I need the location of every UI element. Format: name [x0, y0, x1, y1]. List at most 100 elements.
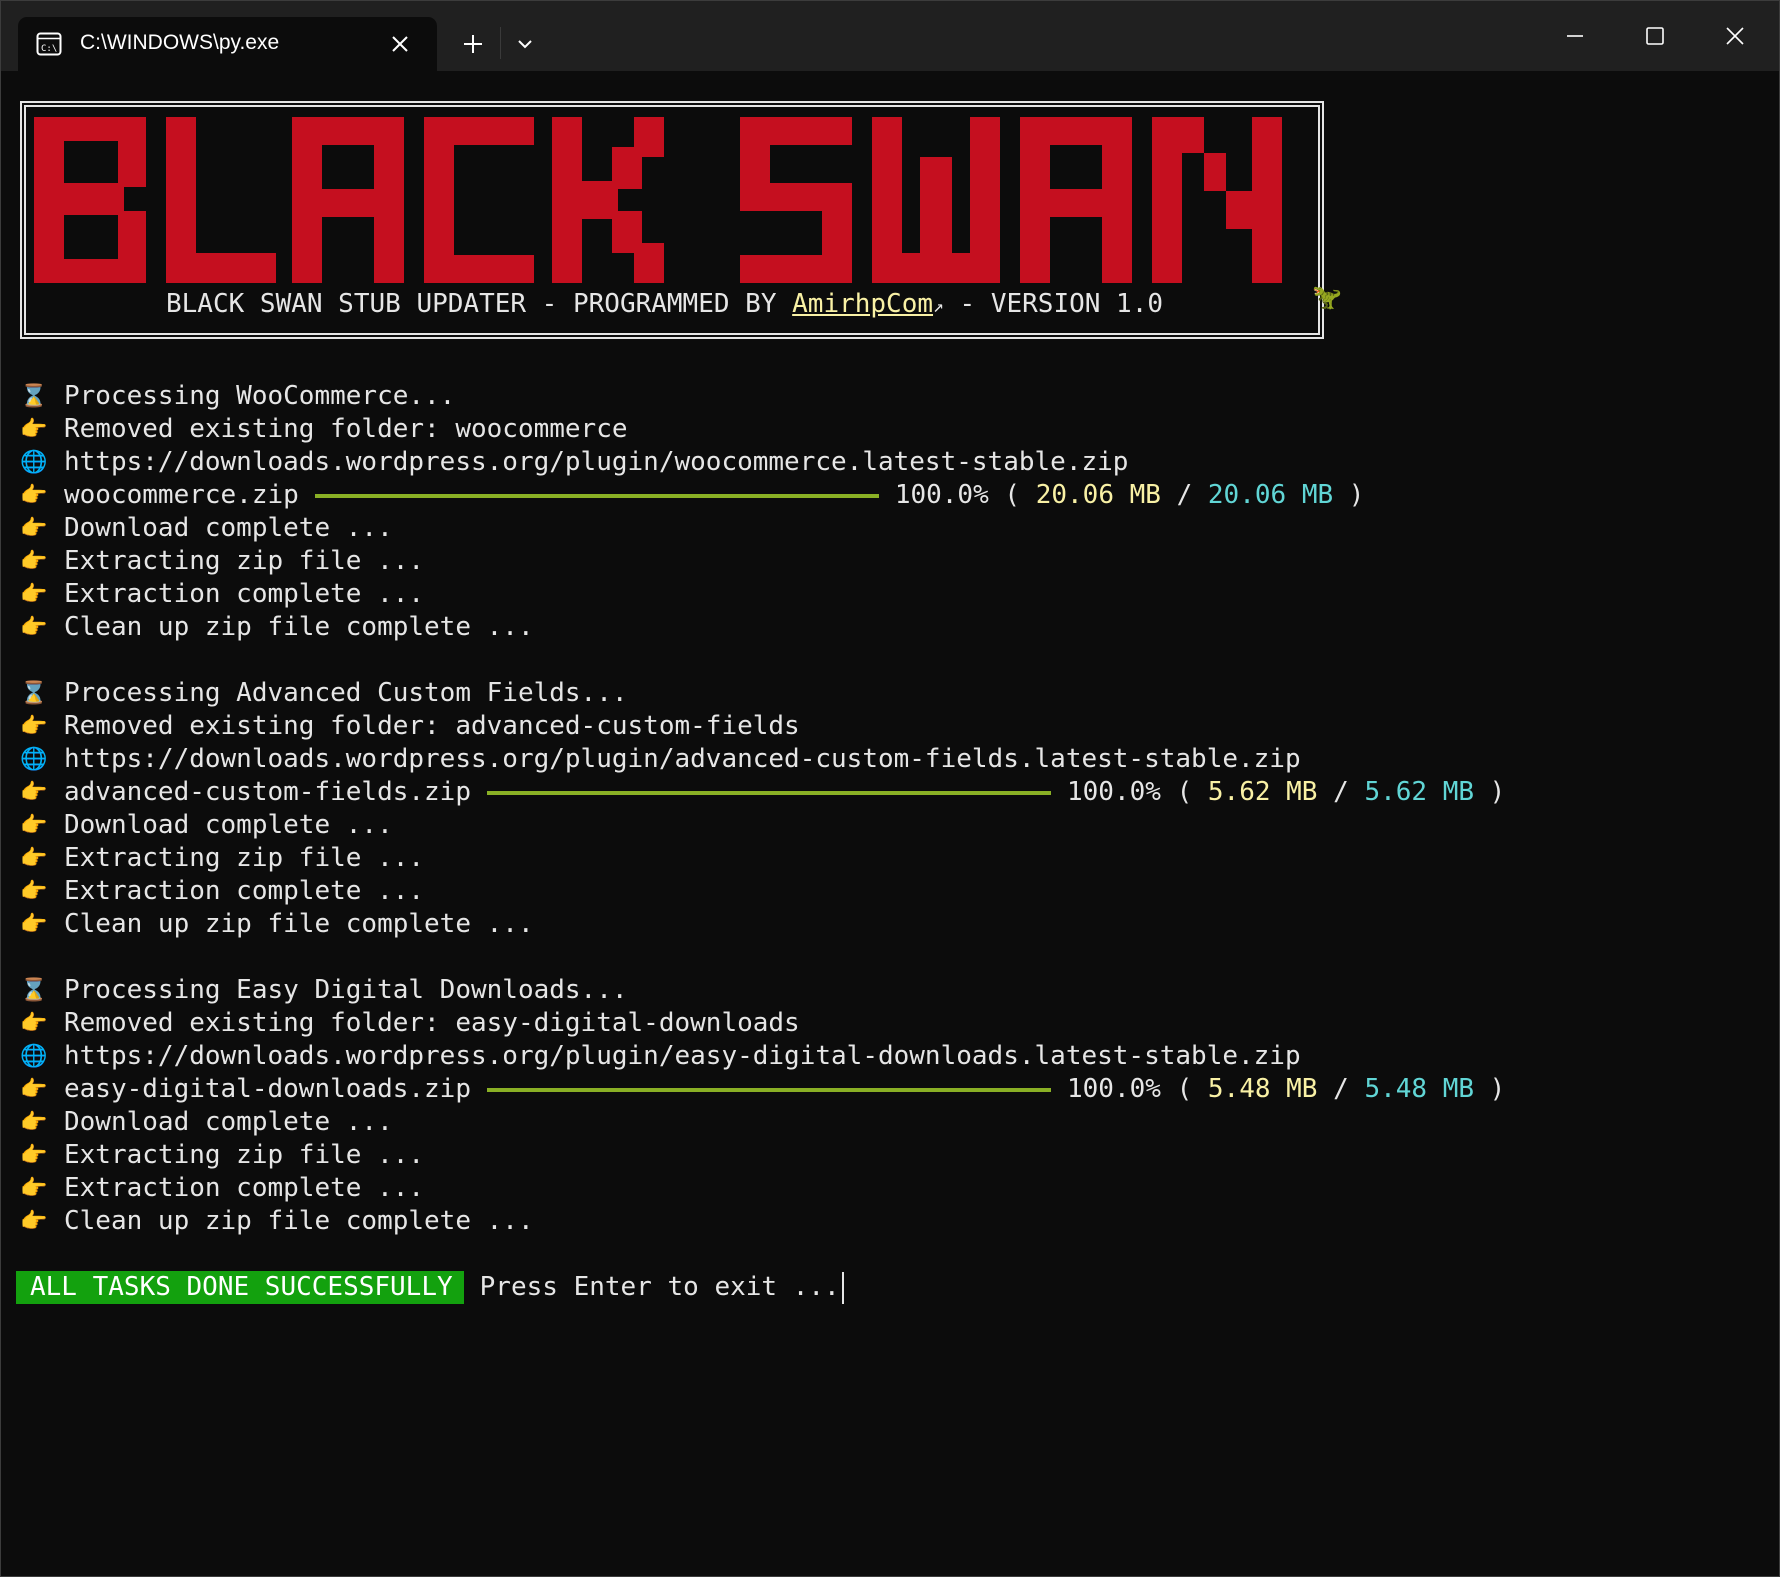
download-url: https://downloads.wordpress.org/plugin/e… — [64, 1041, 1301, 1071]
tab-title: C:\WINDOWS\py.exe — [80, 31, 280, 54]
extracting-text: Extracting zip file ... — [64, 1140, 425, 1170]
log-line-extracting: 👉 Extracting zip file ... — [20, 842, 424, 875]
title-bar: C:\ C:\WINDOWS\py.exe — [0, 0, 1780, 71]
file-name: advanced-custom-fields.zip — [64, 777, 471, 807]
downloaded-size: 20.06 MB — [1035, 480, 1161, 510]
log-line-cleanup: 👉 Clean up zip file complete ... — [20, 611, 534, 644]
hourglass-icon: ⌛ — [20, 681, 48, 706]
tab-separator — [500, 27, 501, 59]
paren-open: ( — [988, 480, 1036, 510]
black-swan-logo — [34, 117, 1282, 283]
pointing-hand-icon: 👉 — [20, 714, 48, 739]
total-size: 5.48 MB — [1364, 1074, 1475, 1104]
paren-open: ( — [1160, 1074, 1208, 1104]
paren-close: ) — [1333, 480, 1365, 510]
log-line-download-complete: 👉 Download complete ... — [20, 809, 393, 842]
log-line-extracting: 👉 Extracting zip file ... — [20, 545, 424, 578]
paren-close: ) — [1474, 1074, 1506, 1104]
download-url: https://downloads.wordpress.org/plugin/w… — [64, 447, 1129, 477]
log-line-extraction-complete: 👉 Extraction complete ... — [20, 875, 424, 908]
log-line-download-complete: 👉 Download complete ... — [20, 512, 393, 545]
download-progress-bar — [314, 493, 879, 498]
log-line-removed: 👉 Removed existing folder: woocommerce — [20, 413, 628, 446]
log-line-extraction-complete: 👉 Extraction complete ... — [20, 1172, 424, 1205]
removed-text: Removed existing folder: easy-digital-do… — [64, 1008, 800, 1038]
close-tab-icon[interactable] — [388, 32, 412, 56]
download-complete-text: Download complete ... — [64, 1107, 393, 1137]
maximize-icon — [1646, 27, 1664, 45]
log-line-progress: 👉 advanced-custom-fields.zip 100.0% ( 5.62… — [20, 776, 1505, 809]
removed-text: Removed existing folder: advanced-custom… — [64, 711, 800, 741]
close-window-button[interactable] — [1695, 0, 1775, 71]
cleanup-text: Clean up zip file complete ... — [64, 612, 534, 642]
cleanup-text: Clean up zip file complete ... — [64, 909, 534, 939]
cleanup-text: Clean up zip file complete ... — [64, 1206, 534, 1236]
extraction-complete-text: Extraction complete ... — [64, 876, 425, 906]
globe-icon: 🌐 — [20, 747, 48, 772]
log-line-processing: ⌛ Processing Easy Digital Downloads... — [20, 974, 628, 1007]
pointing-hand-icon: 👉 — [20, 1209, 48, 1234]
progress-percent: 100.0% — [1067, 777, 1161, 807]
tab-terminal[interactable]: C:\ C:\WINDOWS\py.exe — [18, 17, 437, 71]
download-complete-text: Download complete ... — [64, 513, 393, 543]
log-line-extracting: 👉 Extracting zip file ... — [20, 1139, 424, 1172]
download-url: https://downloads.wordpress.org/plugin/a… — [64, 744, 1301, 774]
paren-close: ) — [1474, 777, 1506, 807]
total-size: 20.06 MB — [1207, 480, 1334, 510]
paren-open: ( — [1160, 777, 1208, 807]
pointing-hand-icon: 👉 — [20, 1110, 48, 1135]
pointing-hand-icon: 👉 — [20, 1143, 48, 1168]
log-line-processing: ⌛ Processing Advanced Custom Fields... — [20, 677, 628, 710]
pointing-hand-icon: 👉 — [20, 1077, 48, 1102]
minimize-button[interactable] — [1535, 0, 1615, 71]
download-complete-text: Download complete ... — [64, 810, 393, 840]
log-line-removed: 👉 Removed existing folder: advanced-custo… — [20, 710, 800, 743]
pointing-hand-icon: 👉 — [20, 549, 48, 574]
processing-text: Processing Advanced Custom Fields... — [64, 678, 628, 708]
terminal-output[interactable]: BLACK SWAN STUB UPDATER - PROGRAMMED BY … — [0, 71, 1780, 1577]
chevron-down-icon[interactable] — [512, 31, 538, 57]
close-icon — [1726, 27, 1744, 45]
slash-sep: / — [1160, 480, 1208, 510]
downloaded-size: 5.62 MB — [1207, 777, 1318, 807]
pointing-hand-icon: 👉 — [20, 1176, 48, 1201]
log-line-progress: 👉 easy-digital-downloads.zip 100.0% ( 5.48… — [20, 1073, 1505, 1106]
pointing-hand-icon: 👉 — [20, 615, 48, 640]
globe-icon: 🌐 — [20, 450, 48, 475]
pointing-hand-icon: 👉 — [20, 846, 48, 871]
pointing-hand-icon: 👉 — [20, 813, 48, 838]
extracting-text: Extracting zip file ... — [64, 546, 425, 576]
globe-icon: 🌐 — [20, 1044, 48, 1069]
extracting-text: Extracting zip file ... — [64, 843, 425, 873]
log-line-download-complete: 👉 Download complete ... — [20, 1106, 393, 1139]
pointing-hand-icon: 👉 — [20, 879, 48, 904]
status-badge: ALL TASKS DONE SUCCESSFULLY — [16, 1271, 464, 1304]
text-cursor — [841, 1271, 844, 1304]
slash-sep: / — [1317, 777, 1365, 807]
log-line-url: 🌐 https://downloads.wordpress.org/plugin/… — [20, 1040, 1301, 1073]
pointing-hand-icon: 👉 — [20, 483, 48, 508]
progress-percent: 100.0% — [1067, 1074, 1161, 1104]
log-line-removed: 👉 Removed existing folder: easy-digital-d… — [20, 1007, 800, 1040]
maximize-button[interactable] — [1615, 0, 1695, 71]
ascii-banner: BLACK SWAN STUB UPDATER - PROGRAMMED BY … — [20, 101, 1324, 339]
svg-text:C:\: C:\ — [41, 44, 57, 54]
progress-percent: 100.0% — [894, 480, 989, 510]
author-link[interactable]: AmirhpCom — [792, 289, 933, 319]
file-name: easy-digital-downloads.zip — [64, 1074, 471, 1104]
file-name: woocommerce.zip — [64, 480, 299, 510]
dinosaur-icon: 🦖 — [1312, 283, 1342, 311]
removed-text: Removed existing folder: woocommerce — [64, 414, 628, 444]
extraction-complete-text: Extraction complete ... — [64, 579, 425, 609]
log-line-url: 🌐 https://downloads.wordpress.org/plugin/… — [20, 446, 1128, 479]
log-line-progress: 👉 woocommerce.zip 100.0% ( 20.06 MB / 20.0… — [20, 479, 1364, 512]
pointing-hand-icon: 👉 — [20, 582, 48, 607]
subtitle-prefix: BLACK SWAN STUB UPDATER - PROGRAMMED BY — [166, 289, 793, 319]
new-tab-plus-icon[interactable] — [458, 29, 488, 59]
slash-sep: / — [1317, 1074, 1365, 1104]
log-line-extraction-complete: 👉 Extraction complete ... — [20, 578, 424, 611]
hourglass-icon: ⌛ — [20, 978, 48, 1003]
pointing-hand-icon: 👉 — [20, 1011, 48, 1036]
pointing-hand-icon: 👉 — [20, 516, 48, 541]
